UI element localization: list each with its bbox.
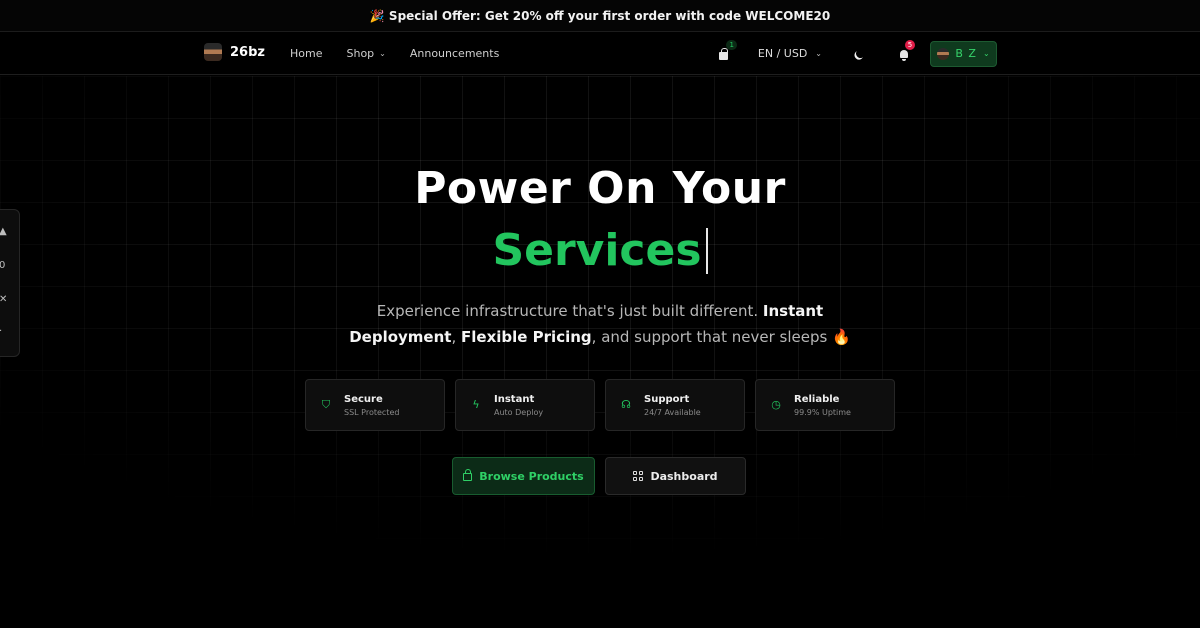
nav-shop-label: Shop [346, 47, 375, 60]
nav-actions: 1 EN / USD ⌄ 5 B Z ⌄ [716, 32, 997, 75]
notifications-button[interactable]: 5 [896, 39, 915, 62]
feature-subtitle: 24/7 Available [644, 407, 701, 417]
chevron-down-icon: ⌄ [815, 49, 822, 58]
brand-link[interactable]: 26bz [204, 43, 265, 61]
user-initials: B Z [955, 47, 977, 60]
nav-home[interactable]: Home [290, 47, 322, 60]
language-currency-selector[interactable]: EN / USD ⌄ [758, 47, 822, 60]
feature-title: Support [644, 393, 690, 405]
moon-icon [854, 48, 866, 60]
bell-icon [900, 49, 908, 61]
dashboard-grid-icon [633, 471, 644, 481]
top-navbar: 26bz Home Shop ⌄ Announcements 1 EN / US… [0, 32, 1200, 75]
party-emoji: 🎉 [369, 9, 385, 23]
shopping-bag-icon [463, 469, 473, 481]
dashboard-button[interactable]: Dashboard [605, 457, 746, 495]
feature-title: Reliable [794, 393, 840, 405]
browse-products-label: Browse Products [479, 469, 584, 483]
subtitle-part-a: Experience infrastructure that's just bu… [376, 302, 763, 320]
subtitle-part-e: , and support that never sleeps 🔥 [591, 328, 851, 346]
hero-title-line2: Services [492, 218, 708, 284]
feature-card-instant: ϟ Instant Auto Deploy [455, 379, 595, 431]
nav-shop[interactable]: Shop ⌄ [346, 47, 385, 60]
notifications-count-badge: 5 [905, 39, 915, 50]
shield-icon: ⛉ [321, 398, 331, 411]
hero-subtitle: Experience infrastructure that's just bu… [340, 298, 860, 350]
feature-card-secure: ⛉ Secure SSL Protected [305, 379, 445, 431]
feature-subtitle: Auto Deploy [494, 407, 544, 417]
bolt-icon: ϟ [472, 398, 480, 411]
cart-button[interactable]: 1 [716, 39, 737, 62]
language-currency-label: EN / USD [757, 47, 808, 60]
brand-name: 26bz [230, 44, 265, 60]
browse-products-button[interactable]: Browse Products [452, 457, 595, 495]
user-menu-button[interactable]: B Z ⌄ [930, 40, 997, 67]
brand-avatar-icon [204, 43, 222, 61]
chevron-down-icon: ⌄ [379, 49, 386, 58]
subtitle-part-c: , [451, 328, 462, 346]
dashboard-label: Dashboard [650, 469, 718, 483]
cart-icon [719, 47, 729, 60]
hero-title-line1: Power On Your [414, 163, 786, 214]
announcement-bar: 🎉 Special Offer: Get 20% off your first … [0, 0, 1200, 32]
hero-actions: Browse Products Dashboard [452, 457, 746, 495]
feature-subtitle: 99.9% Uptime [794, 407, 851, 417]
typing-caret [705, 228, 708, 274]
subtitle-flexible-pricing: Flexible Pricing [461, 328, 592, 346]
feature-subtitle: SSL Protected [344, 407, 400, 417]
announcement-text: Special Offer: Get 20% off your first or… [388, 9, 831, 23]
feature-cards: ⛉ Secure SSL Protected ϟ Instant Auto De… [305, 379, 895, 431]
hero-section: Power On Your Services Experience infras… [0, 160, 1200, 350]
hero-title-highlight: Services [492, 225, 702, 276]
cart-count-badge: 1 [726, 39, 737, 50]
grid-background [0, 76, 1200, 628]
nav-home-label: Home [290, 47, 323, 60]
feature-card-support: ☊ Support 24/7 Available [605, 379, 745, 431]
nav-links: Home Shop ⌄ Announcements [290, 32, 499, 75]
feature-title: Instant [494, 393, 535, 405]
user-avatar [937, 47, 950, 60]
nav-announcements[interactable]: Announcements [410, 47, 499, 60]
feature-card-reliable: ◷ Reliable 99.9% Uptime [755, 379, 895, 431]
headset-icon: ☊ [621, 398, 631, 411]
feature-title: Secure [344, 393, 383, 405]
clock-icon: ◷ [771, 398, 781, 411]
chevron-down-icon: ⌄ [982, 49, 990, 58]
theme-toggle-button[interactable] [850, 46, 866, 62]
nav-announcements-label: Announcements [409, 47, 500, 60]
